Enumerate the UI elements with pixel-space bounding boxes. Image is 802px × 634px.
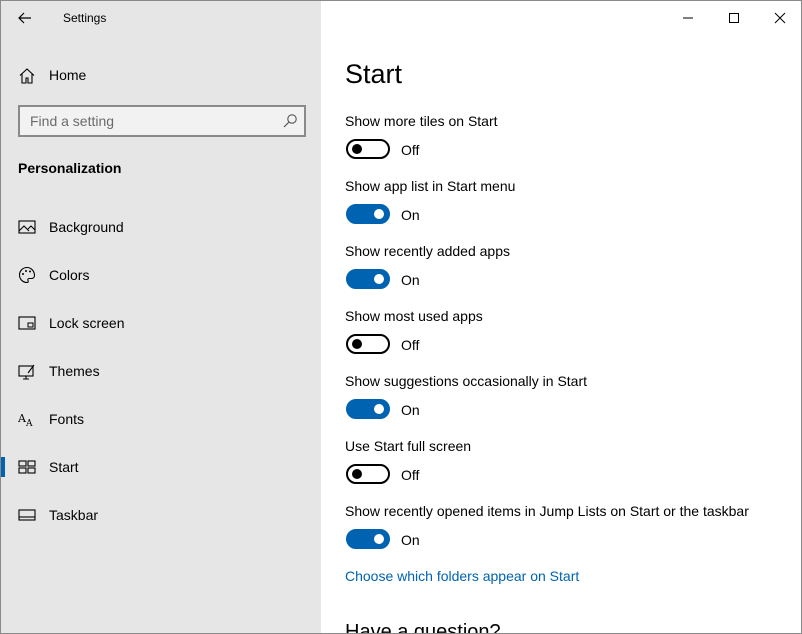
home-icon — [19, 68, 35, 84]
setting-most-used: Show most used apps Off — [345, 308, 785, 373]
setting-label: Show more tiles on Start — [345, 113, 498, 129]
taskbar-icon — [18, 509, 36, 521]
fonts-icon: A A — [18, 412, 33, 428]
settings-window: Settings Home Personalization Backgroun — [0, 0, 802, 634]
toggle-switch[interactable] — [346, 204, 390, 224]
selection-indicator — [1, 457, 5, 477]
toggle-knob — [352, 144, 362, 154]
setting-label: Show most used apps — [345, 308, 483, 324]
picture-icon — [18, 220, 36, 234]
sidebar-item-colors[interactable]: Colors — [1, 251, 321, 299]
close-button[interactable] — [757, 1, 801, 35]
sidebar-item-fonts[interactable]: A A Fonts — [1, 395, 321, 443]
sidebar-item-label: Colors — [49, 267, 90, 283]
main-content: Start Show more tiles on Start Off Show … — [321, 1, 801, 634]
setting-full-screen: Use Start full screen Off — [345, 438, 785, 503]
sidebar-item-lock-screen[interactable]: Lock screen — [1, 299, 321, 347]
sidebar: Settings Home Personalization Backgroun — [1, 1, 321, 633]
toggle-knob — [374, 209, 384, 219]
caption-buttons — [665, 1, 801, 35]
sidebar-item-label: Background — [49, 219, 124, 235]
minimize-button[interactable] — [665, 1, 711, 35]
lock-screen-icon — [18, 316, 36, 330]
setting-label: Use Start full screen — [345, 438, 472, 454]
maximize-icon — [729, 13, 739, 23]
sidebar-item-start[interactable]: Start — [1, 443, 321, 491]
page-title: Start — [345, 59, 403, 89]
themes-icon — [18, 364, 35, 380]
toggle-switch[interactable] — [346, 334, 390, 354]
setting-suggestions: Show suggestions occasionally in Start O… — [345, 373, 785, 438]
start-tiles-icon — [18, 460, 36, 474]
sidebar-item-label: Taskbar — [49, 507, 99, 523]
toggle-state: Off — [401, 467, 420, 483]
toggle-state: On — [401, 272, 420, 288]
back-arrow-icon — [18, 12, 31, 24]
setting-recently-added: Show recently added apps On — [345, 243, 785, 308]
sidebar-item-label: Fonts — [49, 411, 85, 427]
setting-label: Show suggestions occasionally in Start — [345, 373, 588, 389]
setting-more-tiles: Show more tiles on Start Off — [345, 113, 785, 178]
setting-jump-lists: Show recently opened items in Jump Lists… — [345, 503, 785, 568]
sidebar-item-taskbar[interactable]: Taskbar — [1, 491, 321, 539]
back-button[interactable] — [9, 3, 41, 33]
sidebar-item-home[interactable]: Home — [1, 57, 321, 93]
titlebar-left: Settings — [1, 1, 321, 35]
search-input[interactable] — [20, 107, 270, 135]
sidebar-item-background[interactable]: Background — [1, 203, 321, 251]
sidebar-item-themes[interactable]: Themes — [1, 347, 321, 395]
toggle-knob — [352, 469, 362, 479]
choose-folders-link[interactable]: Choose which folders appear on Start — [345, 568, 579, 584]
toggle-knob — [352, 339, 362, 349]
toggle-state: Off — [401, 337, 420, 353]
toggle-switch[interactable] — [346, 399, 390, 419]
setting-app-list: Show app list in Start menu On — [345, 178, 785, 243]
setting-label: Show recently added apps — [345, 243, 510, 259]
setting-label: Show app list in Start menu — [345, 178, 516, 194]
maximize-button[interactable] — [711, 1, 757, 35]
search-box[interactable] — [18, 105, 306, 137]
sidebar-item-label: Themes — [49, 363, 100, 379]
toggle-state: On — [401, 532, 420, 548]
nav-list: Background Colors Lock screen Themes A A… — [1, 203, 321, 539]
setting-label: Show recently opened items in Jump Lists… — [345, 503, 749, 519]
palette-icon — [19, 266, 36, 284]
toggle-switch[interactable] — [346, 139, 390, 159]
toggle-state: Off — [401, 142, 420, 158]
minimize-icon — [683, 17, 693, 19]
toggle-knob — [374, 534, 384, 544]
search-icon[interactable] — [282, 113, 298, 129]
question-heading: Have a question? — [345, 621, 501, 634]
svg-text:A: A — [25, 419, 33, 428]
close-icon — [774, 12, 786, 24]
toggle-switch[interactable] — [346, 464, 390, 484]
app-title: Settings — [63, 11, 107, 25]
toggle-knob — [374, 274, 384, 284]
toggle-switch[interactable] — [346, 269, 390, 289]
section-title: Personalization — [18, 160, 122, 176]
toggle-state: On — [401, 207, 420, 223]
sidebar-item-label: Home — [49, 67, 87, 83]
sidebar-item-label: Start — [49, 459, 79, 475]
toggle-state: On — [401, 402, 420, 418]
toggle-knob — [374, 404, 384, 414]
toggle-switch[interactable] — [346, 529, 390, 549]
sidebar-item-label: Lock screen — [49, 315, 125, 331]
